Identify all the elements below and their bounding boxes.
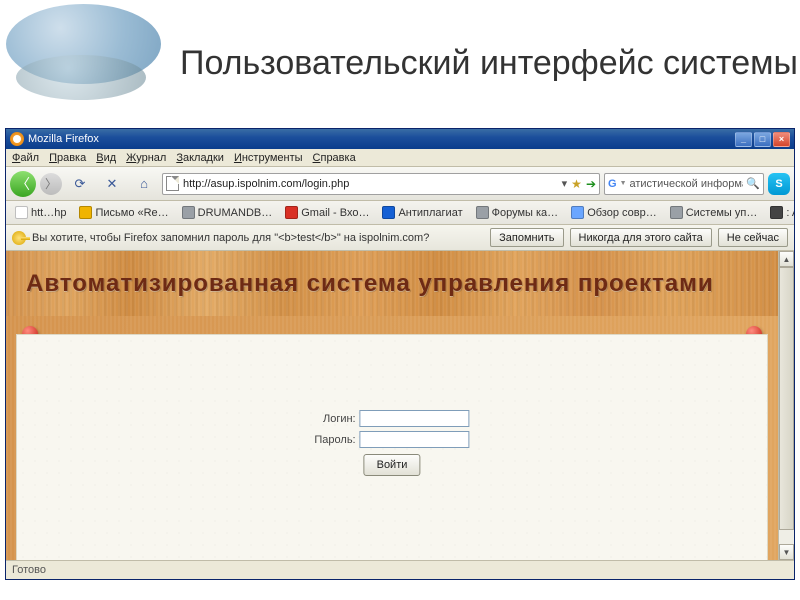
firefox-icon — [10, 132, 24, 146]
bookmark-favicon — [571, 206, 584, 219]
page-content: Автоматизированная система управления пр… — [6, 251, 778, 560]
bookmark-favicon — [285, 206, 298, 219]
window-titlebar: Mozilla Firefox _ □ × — [6, 129, 794, 149]
menu-history[interactable]: Журнал — [126, 152, 166, 164]
status-bar: Готово — [6, 561, 794, 579]
forward-button[interactable]: 〉 — [40, 173, 62, 195]
url-bar[interactable]: http://asup.ispolnim.com/login.php ▾ ★ ➔ — [162, 173, 600, 195]
search-text: атистической информации — [630, 178, 744, 190]
search-icon[interactable]: 🔍 — [746, 177, 760, 190]
submit-button[interactable]: Войти — [364, 454, 421, 476]
search-box[interactable]: G ▼ атистической информации 🔍 — [604, 173, 764, 195]
scroll-track[interactable] — [779, 267, 794, 544]
browser-window: Mozilla Firefox _ □ × Файл Правка Вид Жу… — [5, 128, 795, 580]
scroll-down-icon[interactable]: ▼ — [779, 544, 794, 560]
menu-bar: Файл Правка Вид Журнал Закладки Инструме… — [6, 149, 794, 167]
login-label: Логин: — [323, 413, 356, 425]
bookmark-label: : ASUS Dot… — [786, 207, 794, 219]
navigation-toolbar: 〈 〉 ⟳ ✕ ⌂ http://asup.ispolnim.com/login… — [6, 167, 794, 201]
menu-edit[interactable]: Правка — [49, 152, 86, 164]
menu-help[interactable]: Справка — [313, 152, 356, 164]
slide-title: Пользовательский интерфейс системы — [180, 44, 798, 83]
menu-tools[interactable]: Инструменты — [234, 152, 303, 164]
go-arrow-icon[interactable]: ➔ — [586, 177, 596, 191]
site-title: Автоматизированная система управления пр… — [26, 270, 714, 298]
window-close-button[interactable]: × — [773, 132, 790, 147]
vertical-scrollbar[interactable]: ▲ ▼ — [778, 251, 794, 560]
bookmark-label: htt…hp — [31, 207, 66, 219]
menu-file[interactable]: Файл — [12, 152, 39, 164]
bookmark-item[interactable]: : ASUS Dot… — [764, 203, 794, 223]
window-maximize-button[interactable]: □ — [754, 132, 771, 147]
bookmark-favicon — [770, 206, 783, 219]
login-input[interactable] — [360, 410, 470, 427]
bookmark-item[interactable]: Письмо «Re… — [73, 203, 174, 223]
bookmark-favicon — [15, 206, 28, 219]
scroll-up-icon[interactable]: ▲ — [779, 251, 794, 267]
scroll-thumb[interactable] — [779, 267, 794, 530]
page-viewport: Автоматизированная система управления пр… — [6, 251, 794, 561]
menu-view[interactable]: Вид — [96, 152, 116, 164]
bookmark-item[interactable]: Gmail - Вхо… — [279, 203, 375, 223]
bookmark-favicon — [79, 206, 92, 219]
bookmark-favicon — [476, 206, 489, 219]
bookmark-label: Обзор совр… — [587, 207, 657, 219]
password-label: Пароль: — [314, 434, 355, 446]
stop-button[interactable]: ✕ — [98, 171, 126, 197]
bookmark-label: Системы уп… — [686, 207, 758, 219]
status-text: Готово — [12, 564, 46, 576]
bookmark-label: Письмо «Re… — [95, 207, 168, 219]
bookmark-item[interactable]: DRUMANDB… — [176, 203, 279, 223]
password-input[interactable] — [360, 431, 470, 448]
home-button[interactable]: ⌂ — [130, 171, 158, 197]
bookmark-item[interactable]: Обзор совр… — [565, 203, 663, 223]
back-button[interactable]: 〈 — [10, 171, 36, 197]
password-infobar: Вы хотите, чтобы Firefox запомнил пароль… — [6, 225, 794, 251]
page-icon — [166, 176, 179, 191]
bookmark-label: Gmail - Вхо… — [301, 207, 369, 219]
chevron-down-icon[interactable]: ▼ — [620, 180, 627, 187]
login-form: Логин: Пароль: Войти — [314, 410, 469, 476]
bookmark-item[interactable]: htt…hp — [9, 203, 72, 223]
skype-icon[interactable]: S — [768, 173, 790, 195]
bookmark-label: DRUMANDB… — [198, 207, 273, 219]
key-icon — [12, 231, 26, 245]
bookmark-label: Антиплагиат — [398, 207, 462, 219]
bookmark-item[interactable]: Антиплагиат — [376, 203, 468, 223]
reload-button[interactable]: ⟳ — [66, 171, 94, 197]
menu-bookmarks[interactable]: Закладки — [176, 152, 224, 164]
bookmark-label: Форумы ка… — [492, 207, 559, 219]
not-now-button[interactable]: Не сейчас — [718, 228, 788, 247]
infobar-text: Вы хотите, чтобы Firefox запомнил пароль… — [32, 232, 484, 244]
login-panel-background: Логин: Пароль: Войти — [6, 316, 778, 560]
google-icon: G — [608, 178, 617, 190]
window-title: Mozilla Firefox — [28, 133, 99, 145]
chevron-down-icon[interactable]: ▾ — [562, 177, 568, 190]
bookmarks-toolbar: htt…hp Письмо «Re… DRUMANDB… Gmail - Вхо… Ан… — [6, 201, 794, 225]
slide-logo — [6, 0, 166, 110]
bookmark-star-icon[interactable]: ★ — [571, 177, 582, 191]
site-header: Автоматизированная система управления пр… — [6, 251, 778, 316]
bookmark-item[interactable]: Форумы ка… — [470, 203, 565, 223]
url-text: http://asup.ispolnim.com/login.php — [183, 178, 558, 190]
login-paper: Логин: Пароль: Войти — [16, 334, 768, 560]
bookmark-item[interactable]: Системы уп… — [664, 203, 764, 223]
never-site-button[interactable]: Никогда для этого сайта — [570, 228, 712, 247]
remember-button[interactable]: Запомнить — [490, 228, 563, 247]
bookmark-favicon — [670, 206, 683, 219]
bookmark-favicon — [382, 206, 395, 219]
window-minimize-button[interactable]: _ — [735, 132, 752, 147]
bookmark-favicon — [182, 206, 195, 219]
